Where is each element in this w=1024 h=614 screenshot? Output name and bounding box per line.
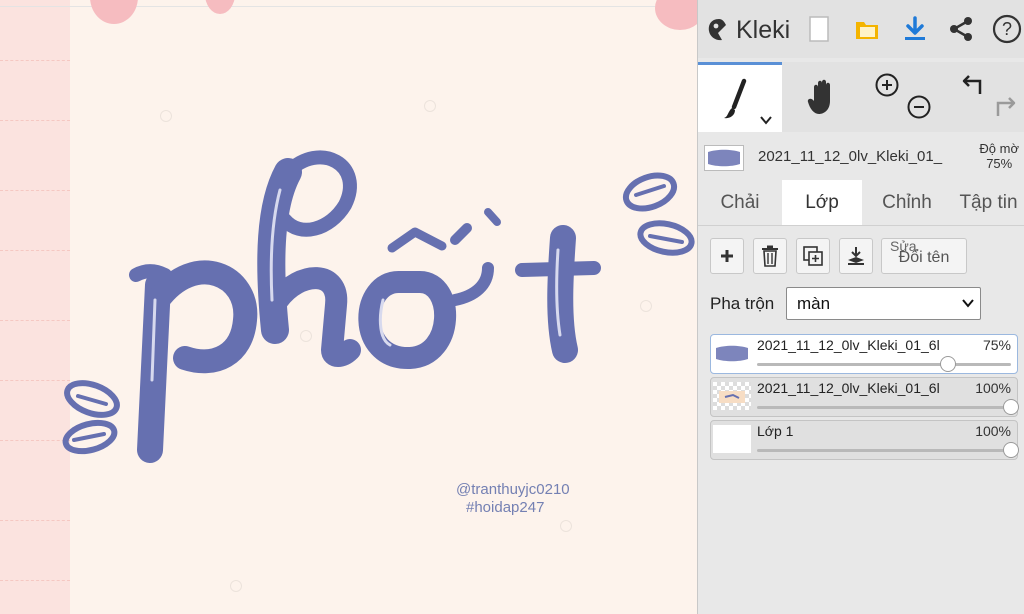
- new-file-icon: [809, 16, 829, 42]
- layer-opacity-slider[interactable]: [757, 356, 1011, 372]
- help-button[interactable]: ?: [990, 12, 1024, 46]
- app-name: Kleki: [736, 15, 791, 44]
- delete-layer-icon: [762, 245, 778, 267]
- undo-icon[interactable]: [960, 72, 988, 98]
- layer-thumbnail: [713, 382, 751, 410]
- slider-knob[interactable]: [939, 356, 956, 372]
- layer-name: 2021_11_12_0lv_Kleki_01_6l: [757, 380, 940, 396]
- current-layer-opacity: Độ mờ 75%: [979, 141, 1019, 171]
- tab-layers[interactable]: Lớp: [782, 180, 862, 225]
- credit-hashtag: #hoidap247: [466, 499, 545, 516]
- open-file-button[interactable]: [850, 12, 884, 46]
- layer-name: Lớp 1: [757, 423, 794, 439]
- new-file-button[interactable]: [802, 12, 836, 46]
- hand-tool-button[interactable]: [782, 62, 864, 132]
- app-logo[interactable]: Kleki: [706, 10, 790, 50]
- merge-down-icon: [848, 247, 864, 265]
- layer-row[interactable]: 2021_11_12_0lv_Kleki_01_6l 100%: [710, 377, 1019, 417]
- chevron-down-icon[interactable]: [760, 115, 772, 125]
- layer-row[interactable]: Lớp 1 100%: [710, 420, 1019, 460]
- blend-mode-label: Pha trộn: [710, 294, 775, 313]
- delete-layer-button[interactable]: [753, 238, 787, 274]
- add-layer-icon: [721, 250, 733, 262]
- lettering-artwork: [62, 150, 695, 463]
- tab-file[interactable]: Tập tin: [952, 180, 1024, 225]
- undo-redo-controls: [944, 62, 1024, 132]
- share-button[interactable]: [944, 12, 978, 46]
- blend-mode-value: màn: [797, 293, 831, 313]
- brush-icon: [724, 78, 747, 118]
- help-icon: ?: [992, 14, 1022, 44]
- layer-row[interactable]: 2021_11_12_0lv_Kleki_01_6l 75%: [710, 334, 1018, 374]
- hand-icon: [807, 79, 830, 114]
- duplicate-layer-icon: [803, 246, 823, 266]
- svg-text:?: ?: [1002, 19, 1012, 39]
- current-layer-info: 2021_11_12_0lv_Kleki_01_ Độ mờ 75%: [698, 132, 1024, 180]
- side-panel: Kleki ? 2021_11_12_0lv_Kleki_01_ Độ mờ 7…: [697, 0, 1024, 614]
- credits: @tranthuyjc0210 #hoidap247: [456, 481, 570, 517]
- zoom-controls: [864, 62, 944, 132]
- current-layer-thumbnail: [704, 145, 744, 171]
- download-icon: [905, 16, 925, 40]
- layer-opacity: 100%: [975, 380, 1011, 396]
- current-layer-name: 2021_11_12_0lv_Kleki_01_: [758, 148, 943, 165]
- drawing-canvas[interactable]: @tranthuyjc0210 #hoidap247: [0, 0, 697, 614]
- share-icon: [950, 17, 972, 41]
- top-toolbar: Kleki ?: [698, 0, 1024, 58]
- opacity-value: 75%: [986, 156, 1013, 171]
- layer-opacity: 100%: [975, 423, 1011, 439]
- layer-name: 2021_11_12_0lv_Kleki_01_6l: [757, 337, 940, 353]
- slider-knob[interactable]: [1003, 399, 1019, 415]
- redo-icon[interactable]: [990, 94, 1018, 120]
- panel-tabs: Chải Lớp Chỉnh Tập tin: [698, 180, 1024, 226]
- layer-opacity-slider[interactable]: [757, 442, 1019, 458]
- tab-brush[interactable]: Chải: [702, 180, 778, 225]
- opacity-label: Độ mờ: [979, 141, 1019, 156]
- open-file-icon: [856, 22, 878, 39]
- duplicate-layer-button[interactable]: [796, 238, 830, 274]
- tool-row: [698, 62, 1024, 132]
- brush-tool-button[interactable]: [698, 62, 782, 132]
- layer-opacity: 75%: [982, 337, 1011, 353]
- layer-opacity-slider[interactable]: [757, 399, 1019, 415]
- download-button[interactable]: [898, 12, 932, 46]
- rename-layer-button[interactable]: Sửa Đổi tên: [881, 238, 967, 274]
- layer-thumbnail: [713, 425, 751, 453]
- chevron-down-icon: [962, 299, 974, 308]
- blend-mode-row: Pha trộn màn: [710, 287, 981, 321]
- layer-thumbnail: [713, 339, 751, 367]
- zoom-out-icon[interactable]: [906, 94, 932, 120]
- zoom-in-icon[interactable]: [874, 72, 900, 98]
- credit-handle: @tranthuyjc0210: [456, 481, 570, 498]
- blend-mode-select[interactable]: màn: [786, 287, 981, 320]
- merge-down-button[interactable]: [839, 238, 873, 274]
- rename-old-label: Sửa: [890, 238, 917, 254]
- kleki-logo-icon: [708, 19, 726, 41]
- slider-knob[interactable]: [1003, 442, 1019, 458]
- add-layer-button[interactable]: [710, 238, 744, 274]
- tab-edit[interactable]: Chỉnh: [864, 180, 950, 225]
